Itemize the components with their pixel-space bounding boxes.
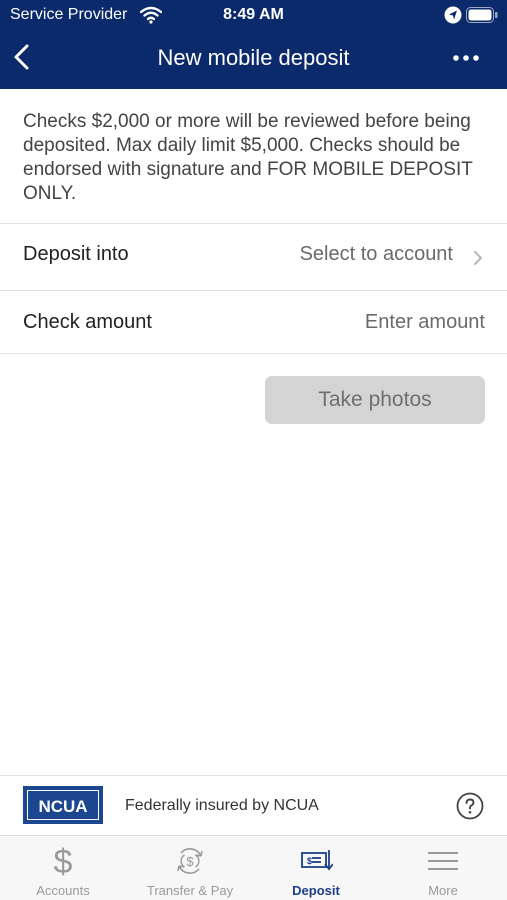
divider bbox=[0, 290, 507, 291]
tab-label: Deposit bbox=[292, 883, 340, 898]
tab-transfer-pay[interactable]: $ Transfer & Pay bbox=[127, 836, 253, 900]
tab-label: More bbox=[428, 883, 458, 898]
location-arrow-icon bbox=[444, 6, 462, 24]
check-amount-label: Check amount bbox=[23, 311, 152, 333]
chevron-right-icon bbox=[474, 251, 482, 265]
ellipsis-icon[interactable] bbox=[448, 48, 484, 68]
divider bbox=[0, 223, 507, 224]
svg-text:$: $ bbox=[307, 856, 312, 866]
status-bar: Service Provider 8:49 AM bbox=[0, 0, 507, 30]
ncua-logo: NCUA bbox=[23, 786, 103, 824]
deposit-into-value[interactable]: Select to account bbox=[300, 243, 453, 266]
tab-deposit[interactable]: $ Deposit bbox=[253, 836, 379, 900]
tab-bar: $ Accounts $ Transfer & Pay $ Deposit Mo… bbox=[0, 835, 507, 900]
page-title: New mobile deposit bbox=[157, 45, 350, 70]
ncua-insured-text: Federally insured by NCUA bbox=[125, 797, 319, 814]
tab-label: Accounts bbox=[36, 883, 90, 898]
deposit-check-icon: $ bbox=[301, 850, 333, 871]
svg-text:$: $ bbox=[186, 854, 194, 869]
clock: 8:49 AM bbox=[223, 6, 284, 23]
help-icon[interactable] bbox=[456, 792, 484, 820]
tab-label: Transfer & Pay bbox=[146, 883, 234, 898]
app-header: Service Provider 8:49 AM New mobile depo… bbox=[0, 0, 507, 89]
check-amount-input[interactable]: Enter amount bbox=[365, 311, 485, 334]
divider bbox=[0, 353, 507, 354]
battery-icon bbox=[466, 7, 498, 23]
svg-text:$: $ bbox=[54, 844, 73, 878]
take-photos-button[interactable]: Take photos bbox=[265, 376, 485, 424]
tab-more[interactable]: More bbox=[380, 836, 506, 900]
dollar-icon: $ bbox=[54, 844, 73, 878]
deposit-into-label: Deposit into bbox=[23, 243, 129, 265]
ncua-footer: NCUA Federally insured by NCUA bbox=[0, 775, 507, 835]
transfer-icon: $ bbox=[177, 848, 203, 874]
tab-accounts[interactable]: $ Accounts bbox=[0, 836, 126, 900]
deposit-notice: Checks $2,000 or more will be reviewed b… bbox=[23, 111, 473, 204]
nav-bar: New mobile deposit bbox=[0, 30, 507, 89]
menu-icon bbox=[428, 852, 458, 870]
